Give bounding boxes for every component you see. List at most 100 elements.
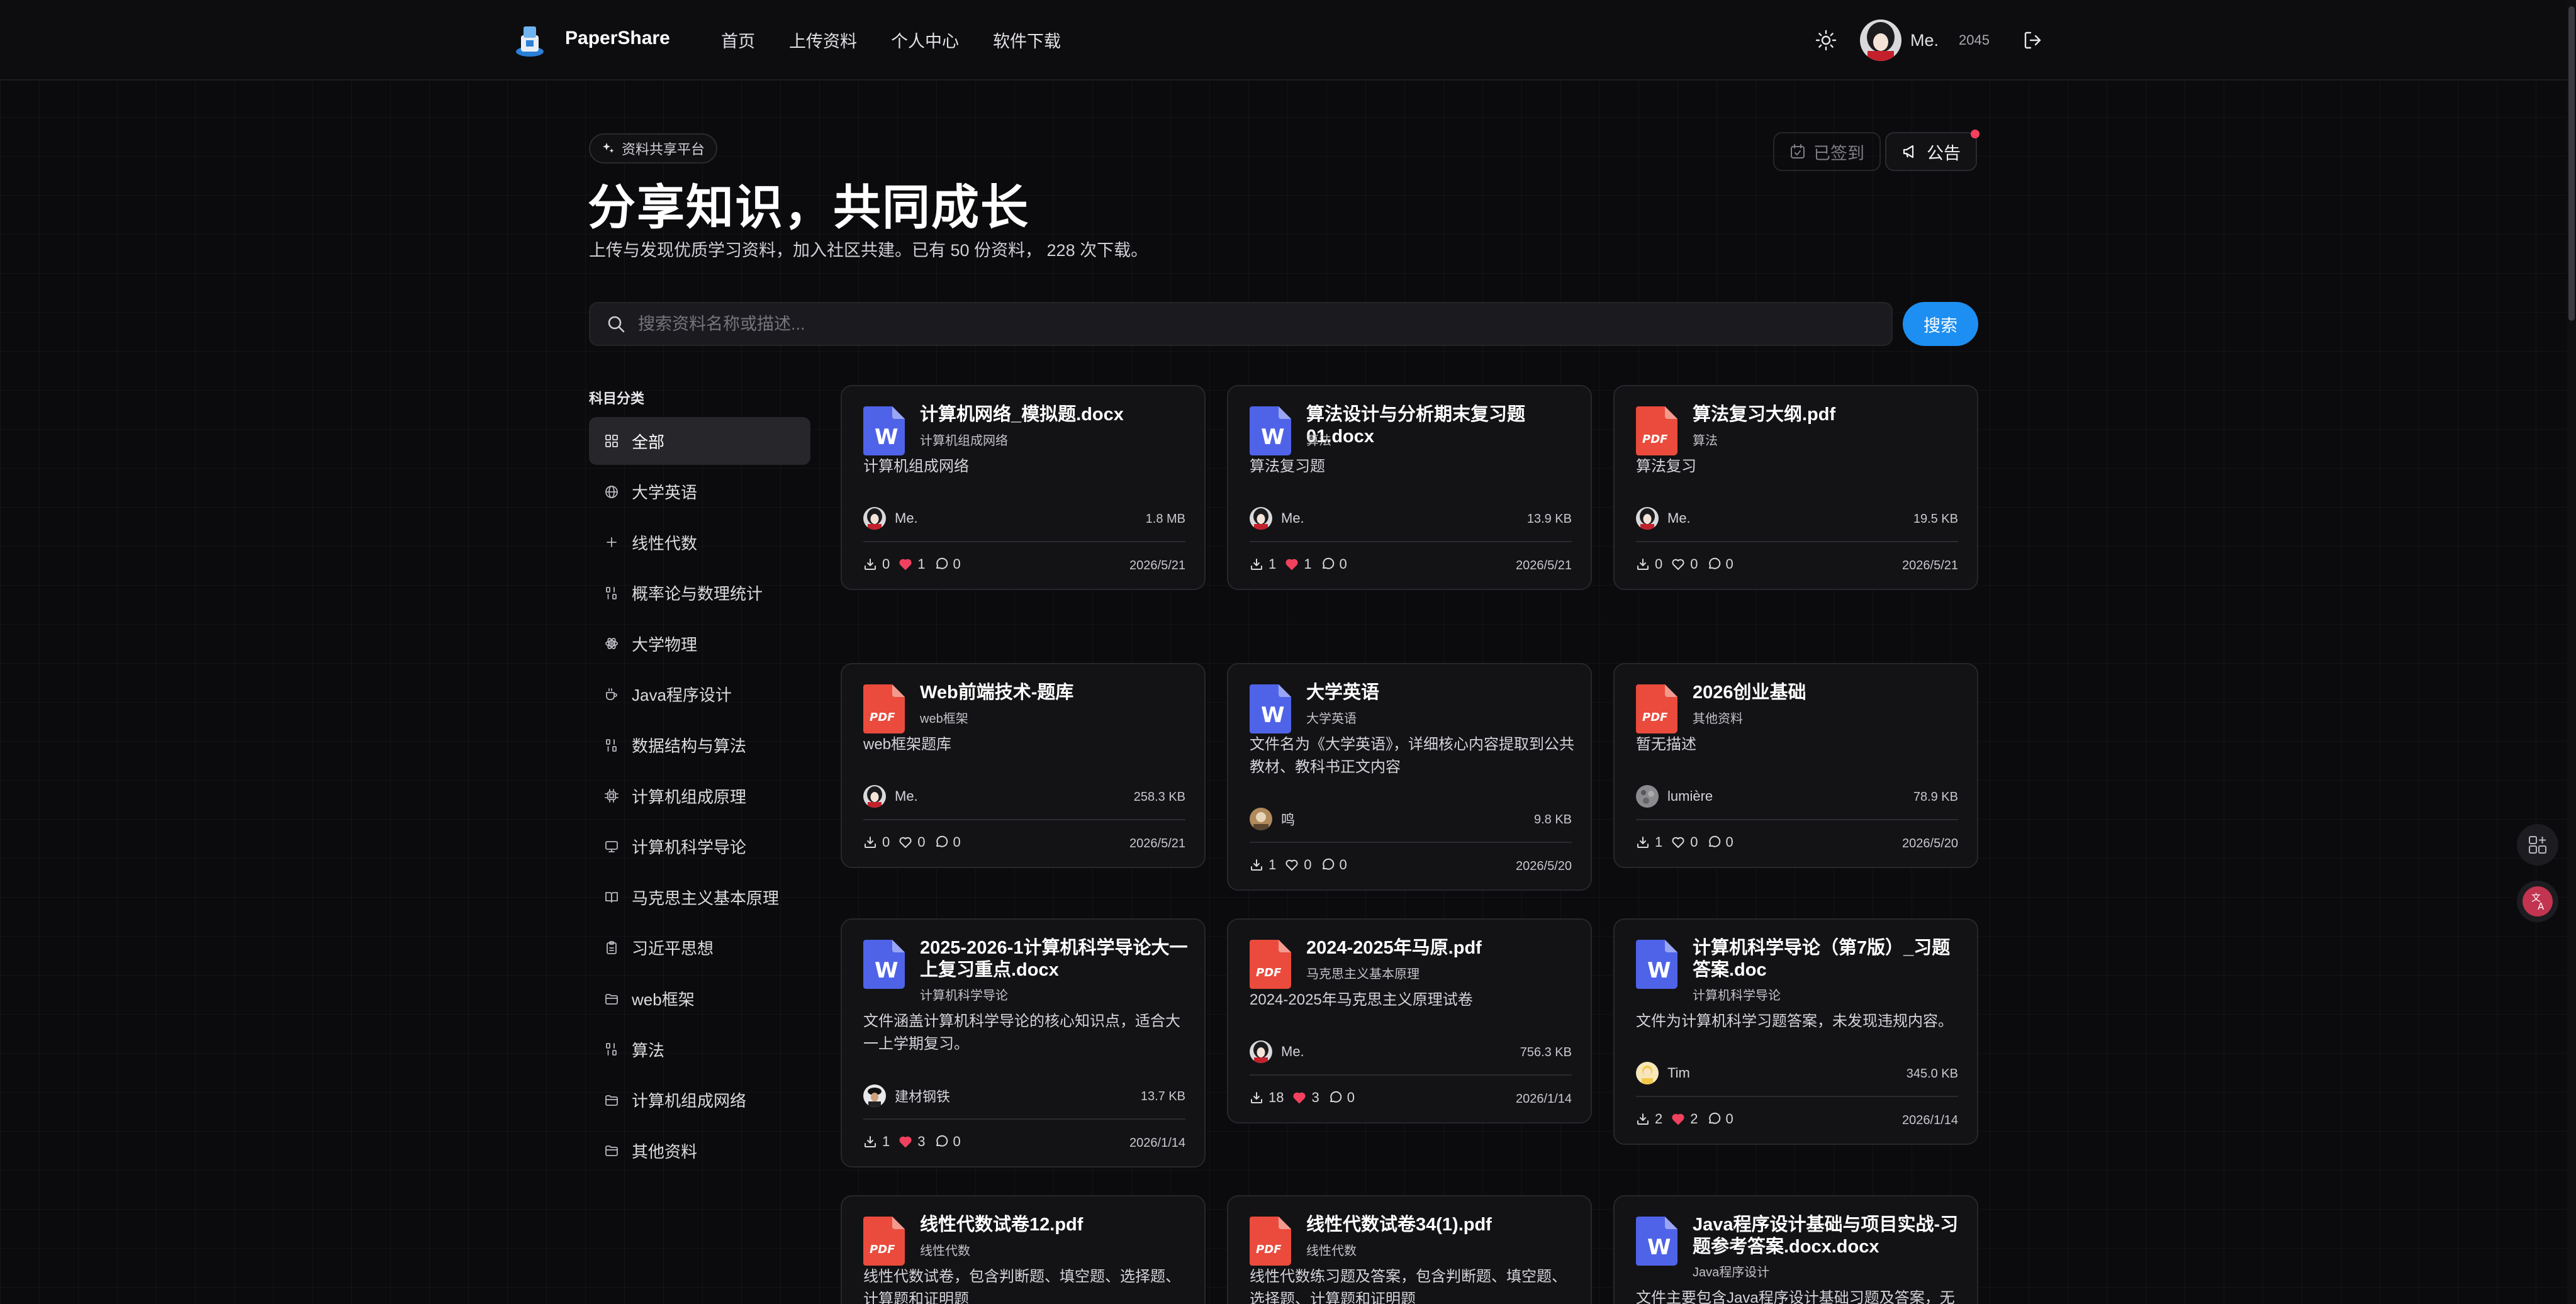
file-size: 258.3 KB xyxy=(1133,790,1185,804)
comment-count[interactable]: 0 xyxy=(1321,857,1347,873)
theme-toggle-icon[interactable] xyxy=(1815,29,1837,52)
category-item[interactable]: web框架 xyxy=(589,975,810,1023)
like-button[interactable]: 0 xyxy=(1671,834,1698,850)
download-count-value: 1 xyxy=(1268,556,1277,572)
user-avatar[interactable] xyxy=(1860,20,1901,61)
category-item[interactable]: 算法 xyxy=(589,1025,810,1073)
papershare-logo-icon[interactable] xyxy=(511,21,549,59)
uploader[interactable]: Tim xyxy=(1636,1062,1690,1084)
category-item[interactable]: 马克思主义基本原理 xyxy=(589,873,810,921)
like-button[interactable]: 0 xyxy=(899,834,926,850)
file-card[interactable]: W 2025-2026-1计算机科学导论大一上复习重点.docx 计算机科学导论 文件… xyxy=(841,918,1206,1167)
file-title[interactable]: 2025-2026-1计算机科学导论大一上复习重点.docx xyxy=(920,937,1190,981)
category-item[interactable]: 概率论与数理统计 xyxy=(589,569,810,617)
file-title[interactable]: 线性代数试卷34(1).pdf xyxy=(1306,1214,1577,1236)
file-card[interactable]: PDF 线性代数试卷34(1).pdf 线性代数 线性代数练习题及答案，包含判断题、填… xyxy=(1227,1195,1592,1304)
category-item[interactable]: 大学英语 xyxy=(589,468,810,516)
word-file-icon: W xyxy=(863,940,905,989)
file-title[interactable]: 大学英语 xyxy=(1306,682,1577,704)
comment-count[interactable]: 0 xyxy=(1321,556,1347,572)
category-item[interactable]: 线性代数 xyxy=(589,518,810,566)
download-count[interactable]: 2 xyxy=(1636,1111,1662,1127)
file-title[interactable]: 算法设计与分析期末复习题01.docx xyxy=(1306,404,1577,448)
uploader[interactable]: Me. xyxy=(863,785,918,808)
like-button[interactable]: 3 xyxy=(1292,1089,1319,1106)
comment-count[interactable]: 0 xyxy=(1707,834,1733,850)
category-item[interactable]: 习近平思想 xyxy=(589,924,810,972)
logout-icon[interactable] xyxy=(2022,30,2044,51)
download-count[interactable]: 1 xyxy=(863,1134,890,1150)
category-item[interactable]: 数据结构与算法 xyxy=(589,722,810,769)
checkin-button[interactable]: 已签到 xyxy=(1773,132,1881,171)
file-title[interactable]: Web前端技术-题库 xyxy=(920,682,1190,704)
download-count[interactable]: 18 xyxy=(1250,1089,1284,1106)
user-name[interactable]: Me. xyxy=(1910,31,1939,50)
comment-count[interactable]: 0 xyxy=(1328,1089,1355,1106)
apps-float-button[interactable] xyxy=(2517,824,2558,866)
uploader[interactable]: Me. xyxy=(1636,507,1691,530)
uploader[interactable]: Me. xyxy=(863,507,918,530)
category-item[interactable]: 大学物理 xyxy=(589,620,810,667)
nav-home[interactable]: 首页 xyxy=(721,28,755,52)
file-card[interactable]: W 计算机网络_模拟题.docx 计算机组成网络 计算机组成网络 Me. 1.8 MB … xyxy=(841,385,1206,590)
announcement-button[interactable]: 公告 xyxy=(1885,130,1980,171)
comment-count[interactable]: 0 xyxy=(1707,556,1733,572)
nav-profile[interactable]: 个人中心 xyxy=(891,28,959,52)
file-card[interactable]: PDF 线性代数试卷12.pdf 线性代数 线性代数试卷，包含判断题、填空题、选择题、… xyxy=(841,1195,1206,1304)
uploader[interactable]: lumière xyxy=(1636,785,1713,808)
download-count[interactable]: 0 xyxy=(1636,556,1662,572)
file-title[interactable]: 2024-2025年马原.pdf xyxy=(1306,937,1577,959)
comment-count[interactable]: 0 xyxy=(934,556,961,572)
comment-count[interactable]: 0 xyxy=(934,1134,961,1150)
file-card[interactable]: PDF 2026创业基础 其他资料 暂无描述 lumière 78.9 KB 1 0 0… xyxy=(1613,663,1978,868)
file-card[interactable]: W 算法设计与分析期末复习题01.docx 算法 算法复习题 Me. 13.9 KB 1… xyxy=(1227,385,1592,590)
uploader[interactable]: 建材钢铁 xyxy=(863,1084,950,1107)
uploader[interactable]: Me. xyxy=(1250,1040,1304,1063)
category-item[interactable]: 计算机科学导论 xyxy=(589,823,810,871)
download-count[interactable]: 1 xyxy=(1250,857,1276,873)
file-card[interactable]: PDF Web前端技术-题库 web框架 web框架题库 Me. 258.3 KB 0 … xyxy=(841,663,1206,868)
search-input[interactable] xyxy=(638,314,1891,334)
file-card[interactable]: PDF 2024-2025年马原.pdf 马克思主义基本原理 2024-2025年马克… xyxy=(1227,918,1592,1123)
file-card[interactable]: W 大学英语 大学英语 文件名为《大学英语》，详细核心内容提取到公共教材、教科书正文内… xyxy=(1227,663,1592,891)
like-button[interactable]: 1 xyxy=(1285,556,1312,572)
search-button[interactable]: 搜索 xyxy=(1903,302,1978,346)
file-title[interactable]: 算法复习大纲.pdf xyxy=(1693,404,1963,426)
category-item[interactable]: Java程序设计 xyxy=(589,671,810,718)
category-item[interactable]: 计算机组成网络 xyxy=(589,1076,810,1124)
like-button[interactable]: 1 xyxy=(899,556,926,572)
uploader[interactable]: 鸣 xyxy=(1250,808,1295,830)
comment-count[interactable]: 0 xyxy=(934,834,961,850)
uploader[interactable]: Me. xyxy=(1250,507,1304,530)
file-title[interactable]: Java程序设计基础与项目实战-习题参考答案.docx.docx xyxy=(1693,1214,1963,1258)
folder-icon xyxy=(605,1095,618,1106)
brand-name[interactable]: PaperShare xyxy=(565,28,670,49)
category-item[interactable]: 其他资料 xyxy=(589,1127,810,1174)
download-count[interactable]: 0 xyxy=(863,556,890,572)
category-label: web框架 xyxy=(632,990,695,1010)
nav-upload[interactable]: 上传资料 xyxy=(789,28,857,52)
category-item[interactable]: 计算机组成原理 xyxy=(589,772,810,820)
translate-float-button[interactable]: 文 A xyxy=(2517,881,2558,922)
file-card[interactable]: W Java程序设计基础与项目实战-习题参考答案.docx.docx Java程序设… xyxy=(1613,1195,1978,1304)
file-card[interactable]: W 计算机科学导论（第7版）_习题答案.doc 计算机科学导论 文件为计算机科学习题答… xyxy=(1613,918,1978,1145)
file-title[interactable]: 计算机科学导论（第7版）_习题答案.doc xyxy=(1693,937,1963,981)
scrollbar-thumb[interactable] xyxy=(2568,6,2575,321)
file-title[interactable]: 线性代数试卷12.pdf xyxy=(920,1214,1190,1236)
file-title[interactable]: 2026创业基础 xyxy=(1693,682,1963,704)
category-item[interactable]: 全部 xyxy=(589,417,810,465)
like-button[interactable]: 0 xyxy=(1671,556,1698,572)
like-button[interactable]: 3 xyxy=(899,1134,926,1150)
svg-text:PDF: PDF xyxy=(1642,433,1668,446)
category-title: 科目分类 xyxy=(589,391,645,406)
nav-download[interactable]: 软件下载 xyxy=(993,28,1061,52)
download-count[interactable]: 1 xyxy=(1250,556,1276,572)
file-card[interactable]: PDF 算法复习大纲.pdf 算法 算法复习 Me. 19.5 KB 0 0 0 202… xyxy=(1613,385,1978,590)
download-count[interactable]: 0 xyxy=(863,834,890,850)
like-button[interactable]: 0 xyxy=(1285,857,1312,873)
file-title[interactable]: 计算机网络_模拟题.docx xyxy=(920,404,1190,426)
uploader-name: 鸣 xyxy=(1281,812,1296,828)
download-count[interactable]: 1 xyxy=(1636,834,1662,850)
like-button[interactable]: 2 xyxy=(1671,1111,1698,1127)
comment-count[interactable]: 0 xyxy=(1707,1111,1733,1127)
